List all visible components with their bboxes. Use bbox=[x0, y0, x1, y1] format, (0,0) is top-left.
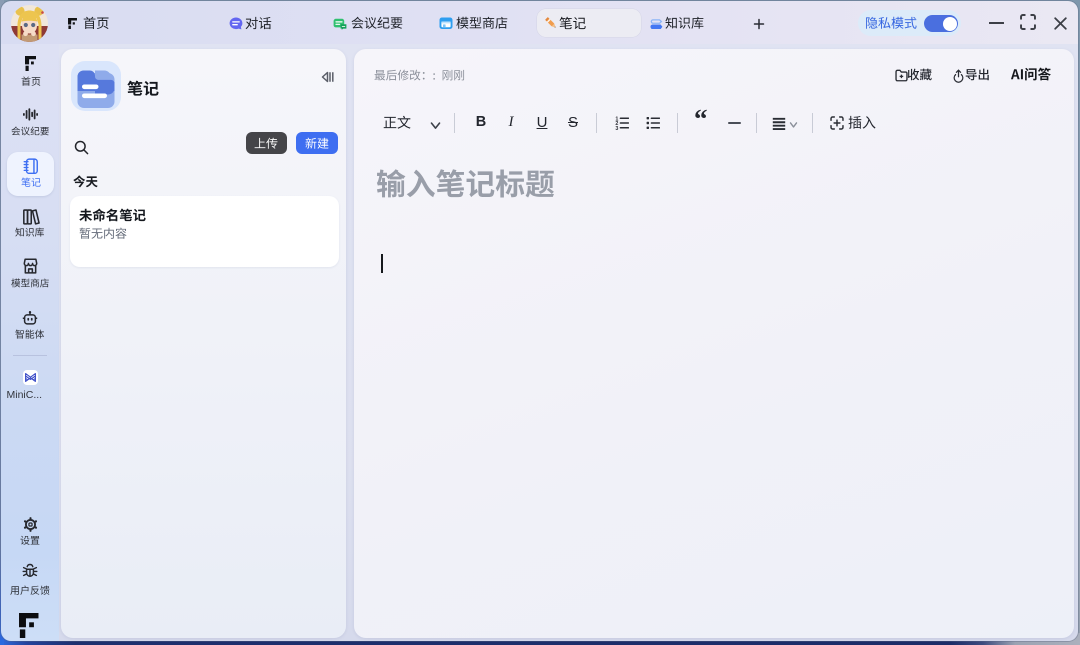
svg-text:3: 3 bbox=[615, 126, 618, 130]
